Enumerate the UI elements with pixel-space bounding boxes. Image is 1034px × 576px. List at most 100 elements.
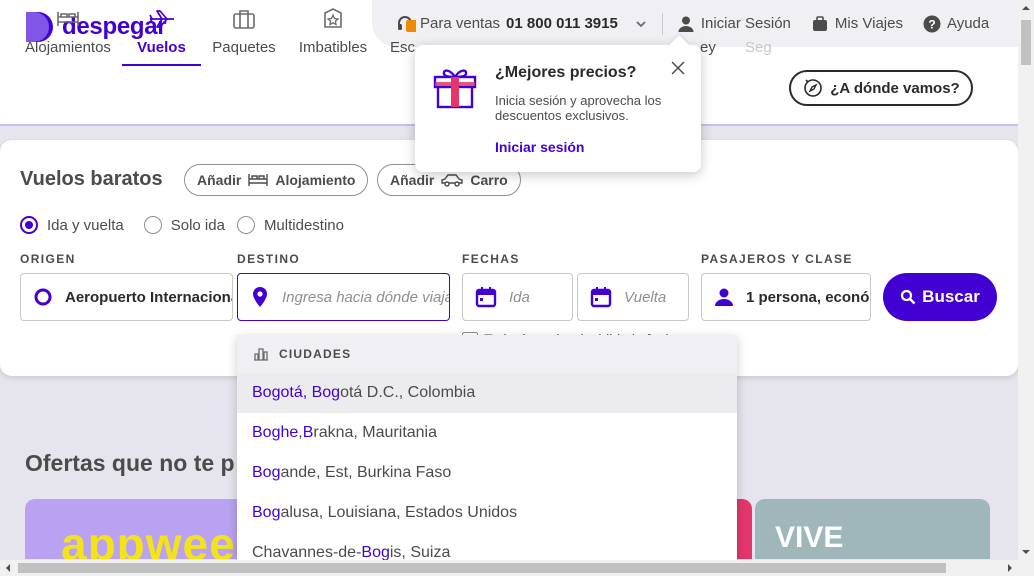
- compass-icon: [804, 79, 823, 97]
- suitcase-icon: [229, 4, 259, 34]
- promo-banner[interactable]: [737, 499, 752, 559]
- destination-suggestions: CIUDADES Bogotá, Bog otá D.C., Colombia Bo…: [237, 335, 737, 576]
- banner-text: VIVE: [775, 521, 844, 554]
- tab-escapadas[interactable]: Esc: [390, 0, 416, 66]
- my-trips-label: Mis Viajes: [834, 15, 903, 32]
- match-highlight: B: [302, 424, 314, 441]
- suggestion-text: ande, Est, Burkina Faso: [280, 464, 452, 481]
- tab-imbatibles[interactable]: Imbatibles: [296, 0, 370, 66]
- dates-label: FECHAS: [462, 252, 520, 266]
- suggestion-text: otá D.C., Colombia: [340, 384, 476, 401]
- chip-label: Carro: [470, 172, 508, 188]
- cities-header: CIUDADES: [237, 335, 737, 373]
- horizontal-scrollbar[interactable]: [0, 560, 1034, 576]
- gift-icon: [433, 69, 477, 109]
- suggestion-item[interactable]: Boghe, Brakna, Mauritania: [237, 413, 737, 453]
- radio-multi-destination[interactable]: Multidestino: [236, 216, 344, 234]
- map-pin-icon: [253, 287, 267, 307]
- sales-label: Para ventas: [420, 15, 501, 32]
- return-placeholder: Vuelta: [624, 288, 667, 306]
- radio-dot: [20, 216, 38, 234]
- where-to-button[interactable]: ¿A dónde vamos?: [789, 70, 973, 106]
- user-icon: [678, 16, 694, 32]
- chip-label: Alojamiento: [275, 172, 356, 188]
- offers-title: Ofertas que no te p: [25, 450, 235, 476]
- appweek-banner[interactable]: appwee: [25, 499, 245, 559]
- tab-label: Esc: [390, 39, 416, 56]
- car-icon: [441, 174, 464, 187]
- search-button-label: Buscar: [922, 287, 980, 306]
- tab-vuelos[interactable]: Vuelos: [122, 0, 201, 66]
- help-link[interactable]: ? Ayuda: [913, 0, 999, 47]
- popover-title: ¿Mejores precios?: [495, 64, 637, 81]
- popover-login-link[interactable]: Iniciar sesión: [495, 139, 584, 155]
- divider: [661, 12, 663, 35]
- scrollbar-thumb[interactable]: [1021, 20, 1031, 65]
- help-label: Ayuda: [946, 15, 990, 32]
- vertical-scrollbar[interactable]: [1018, 0, 1034, 560]
- radio-label: Ida y vuelta: [47, 216, 124, 234]
- bed-icon: [248, 174, 269, 186]
- tab-label: Alojamientos: [25, 39, 111, 56]
- city-buildings-icon: [254, 348, 268, 361]
- my-trips-link[interactable]: Mis Viajes: [801, 0, 913, 47]
- radio-label: Solo ida: [170, 216, 225, 234]
- close-icon[interactable]: [670, 60, 686, 76]
- banner-text: appwee: [61, 518, 236, 559]
- destination-label: DESTINO: [237, 252, 301, 266]
- search-button[interactable]: Buscar: [883, 273, 997, 321]
- calendar-icon: [590, 287, 612, 308]
- insurance-icon: [745, 4, 775, 34]
- chip-prefix: Añadir: [390, 172, 435, 188]
- radio-one-way[interactable]: Solo ida: [143, 216, 225, 234]
- match-highlight: Bog: [252, 464, 281, 481]
- scroll-down-arrow-icon[interactable]: [1018, 544, 1034, 560]
- tab-paquetes[interactable]: Paquetes: [210, 0, 278, 66]
- svg-text:?: ?: [928, 17, 935, 31]
- scrollbar-thumb[interactable]: [18, 563, 946, 573]
- return-date-field[interactable]: Vuelta: [577, 273, 689, 321]
- star-badge-icon: [318, 4, 348, 34]
- depart-placeholder: Ida: [509, 288, 530, 306]
- suggestion-item[interactable]: Bog alusa, Louisiana, Estados Unidos: [237, 493, 737, 533]
- chip-prefix: Añadir: [197, 172, 242, 188]
- scroll-right-arrow-icon[interactable]: [1002, 560, 1018, 576]
- plane-icon: [147, 4, 177, 34]
- suggestion-text: rakna, Mauritania: [313, 424, 438, 441]
- search-icon: [901, 289, 916, 305]
- scroll-left-arrow-icon[interactable]: [0, 560, 16, 576]
- scroll-up-arrow-icon[interactable]: [1018, 0, 1034, 16]
- suitcase-icon: [812, 15, 827, 31]
- match-highlight: Bogotá, Bog: [252, 384, 341, 401]
- match-highlight: Boghe: [252, 424, 299, 441]
- bed-icon: [53, 4, 83, 34]
- destination-input[interactable]: Ingresa hacia dónde viajas: [237, 273, 450, 321]
- login-promo-popover: ¿Mejores precios? Inicia sesión y aprove…: [415, 45, 701, 172]
- where-to-label: ¿A dónde vamos?: [830, 79, 960, 97]
- suggestion-item[interactable]: Bog ande, Est, Burkina Faso: [237, 453, 737, 493]
- add-hotel-chip[interactable]: Añadir Alojamiento: [184, 164, 369, 196]
- chevron-down-icon: [636, 20, 646, 27]
- suggestion-item[interactable]: Bogotá, Bog otá D.C., Colombia: [237, 373, 737, 413]
- tab-seguros[interactable]: Seg: [745, 0, 775, 66]
- cities-header-label: CIUDADES: [279, 347, 352, 361]
- search-title: Vuelos baratos: [20, 168, 163, 190]
- tab-label: ey: [700, 39, 716, 56]
- vive-banner[interactable]: VIVE: [755, 499, 990, 559]
- depart-date-field[interactable]: Ida: [462, 273, 573, 321]
- radio-round-trip[interactable]: Ida y vuelta: [20, 216, 124, 234]
- utility-bar: Para ventas 01 800 011 3915 Iniciar Sesi…: [372, 0, 1018, 47]
- passengers-label: PASAJEROS Y CLASE: [701, 252, 853, 266]
- tab-alojamientos[interactable]: Alojamientos: [24, 0, 112, 66]
- origin-field[interactable]: Aeropuerto Internacional: [20, 273, 233, 321]
- suggestion-list: Bogotá, Bog otá D.C., Colombia Boghe, Brak…: [237, 373, 737, 573]
- money-icon: [700, 4, 718, 34]
- radio-dot: [143, 216, 162, 234]
- tab-money[interactable]: ey: [700, 0, 718, 66]
- passengers-value: 1 persona, económica: [746, 288, 870, 306]
- passengers-field[interactable]: 1 persona, económica: [701, 273, 871, 321]
- active-tab-indicator: [122, 64, 201, 66]
- calendar-icon: [475, 287, 497, 308]
- login-link[interactable]: Iniciar Sesión: [667, 0, 801, 47]
- tab-label: Imbatibles: [298, 39, 368, 56]
